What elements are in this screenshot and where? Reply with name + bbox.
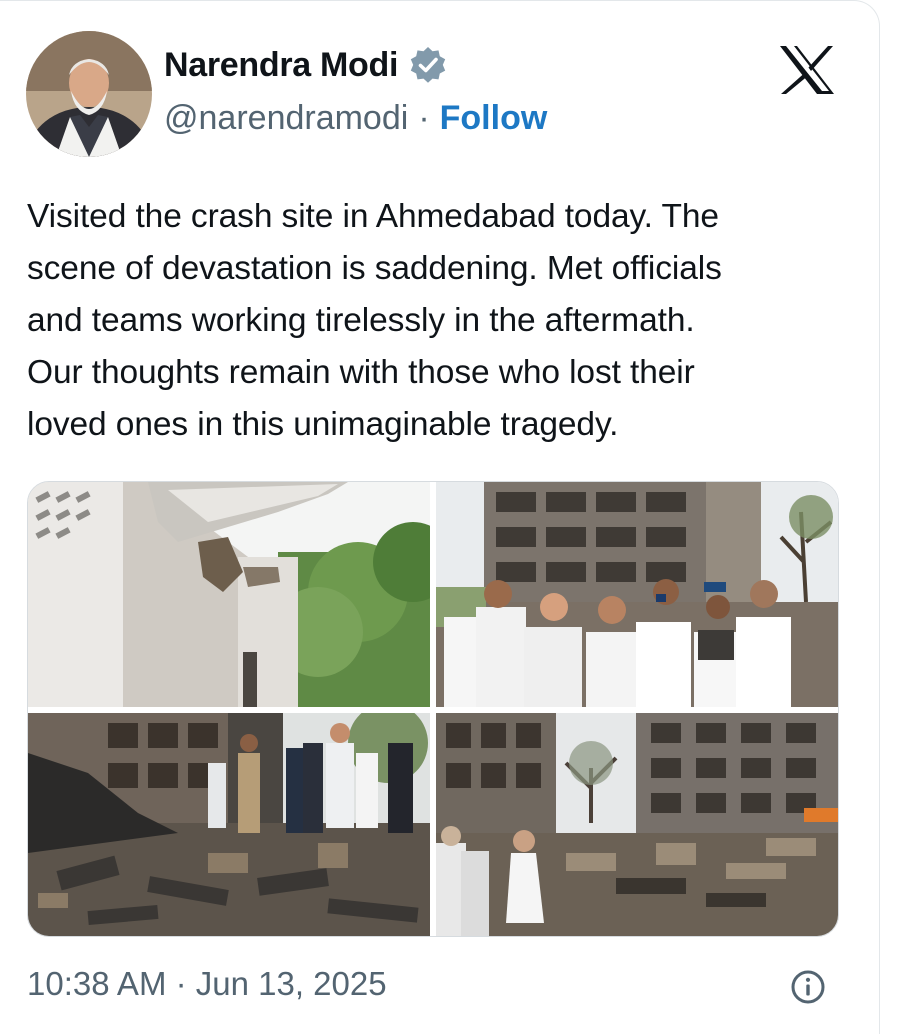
info-icon[interactable] (790, 969, 826, 1005)
tweet-text-line: Visited the crash site in Ahmedabad toda… (27, 198, 719, 235)
tweet-text-line: scene of devastation is saddening. Met o… (27, 250, 722, 287)
media-grid (27, 481, 839, 937)
x-logo-icon[interactable] (778, 45, 836, 95)
author-name[interactable]: Narendra Modi (164, 46, 398, 85)
tweet-timestamp[interactable]: 10:38 AM · Jun 13, 2025 (27, 965, 387, 1003)
tweet-text-line: and teams working tirelessly in the afte… (27, 302, 695, 339)
media-photo-2[interactable] (436, 482, 838, 707)
author-name-row: Narendra Modi (164, 45, 448, 85)
author-handle-row: @narendramodi · Follow (164, 99, 547, 138)
media-photo-3[interactable] (28, 713, 430, 936)
tweet-text-line: loved ones in this unimaginable tragedy. (27, 406, 619, 443)
media-photo-1[interactable] (28, 482, 430, 707)
tweet-text-line: Our thoughts remain with those who lost … (27, 354, 695, 391)
follow-button[interactable]: Follow (440, 99, 548, 138)
avatar[interactable] (26, 31, 152, 157)
tweet-text: Visited the crash site in Ahmedabad toda… (27, 191, 857, 451)
verified-badge-icon (410, 47, 446, 83)
tweet-card: Narendra Modi @narendramodi · Follow Vis… (0, 0, 880, 1034)
author-handle[interactable]: @narendramodi (164, 99, 408, 138)
media-photo-4[interactable] (436, 713, 838, 936)
separator-dot: · (418, 99, 430, 137)
